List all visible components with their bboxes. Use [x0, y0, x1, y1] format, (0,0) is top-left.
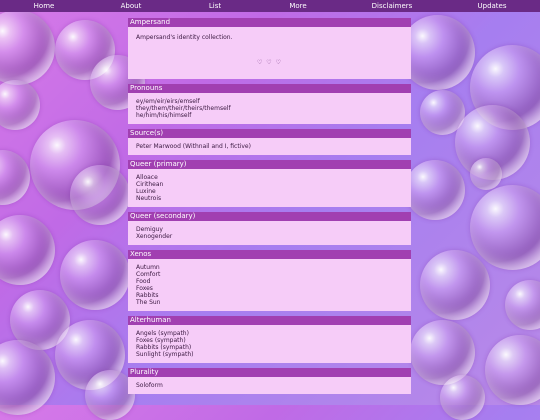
nav-home-link[interactable]: Home — [34, 0, 55, 12]
list-item: ey/em/eir/eirs/emself — [136, 98, 200, 105]
nav-list-link[interactable]: List — [209, 0, 221, 12]
section-title: Alterhuman — [128, 316, 411, 325]
list-item: Demiguy — [136, 226, 163, 233]
list-item: Food — [136, 278, 151, 285]
bubble — [405, 160, 465, 220]
list-item: they/them/their/theirs/themself — [136, 105, 231, 112]
bubble — [440, 375, 485, 420]
top-navigation: Home About List More Disclaimers Updates — [0, 0, 540, 12]
bubble — [60, 240, 130, 310]
bubble — [0, 215, 55, 285]
section-body: Ampersand's identity collection. ♡ ♡ ♡ — [128, 27, 411, 79]
section-body: Alloace Cirithean Luxine Neutrois — [128, 169, 411, 207]
list-item: Luxine — [136, 188, 156, 195]
section-queer-primary: Queer (primary) Alloace Cirithean Luxine… — [128, 160, 411, 207]
section-queer-secondary: Queer (secondary) Demiguy Xenogender — [128, 212, 411, 245]
list-item: he/him/his/himself — [136, 112, 192, 119]
section-title: Queer (secondary) — [128, 212, 411, 221]
list-item: Soloform — [136, 382, 163, 389]
nav-disclaimers-link[interactable]: Disclaimers — [372, 0, 413, 12]
section-body: Demiguy Xenogender — [128, 221, 411, 245]
list-item: Cirithean — [136, 181, 164, 188]
bubble — [470, 158, 502, 190]
list-item: Foxes (sympath) — [136, 337, 186, 344]
section-alterhuman: Alterhuman Angels (sympath) Foxes (sympa… — [128, 316, 411, 363]
section-pronouns: Pronouns ey/em/eir/eirs/emself they/them… — [128, 84, 411, 124]
section-body: Soloform — [128, 377, 411, 394]
content-column: Ampersand Ampersand's identity collectio… — [128, 18, 411, 405]
list-item: Rabbits (sympath) — [136, 344, 192, 351]
section-title: Ampersand — [128, 18, 411, 27]
section-plurality: Plurality Soloform — [128, 368, 411, 394]
section-body: Angels (sympath) Foxes (sympath) Rabbits… — [128, 325, 411, 363]
section-title: Plurality — [128, 368, 411, 377]
section-ampersand: Ampersand Ampersand's identity collectio… — [128, 18, 411, 79]
list-item: Angels (sympath) — [136, 330, 189, 337]
list-item: Alloace — [136, 174, 158, 181]
list-item: Neutrois — [136, 195, 162, 202]
list-item: The Sun — [136, 299, 161, 306]
section-body: ey/em/eir/eirs/emself they/them/their/th… — [128, 93, 411, 124]
description-text: Ampersand's identity collection. — [136, 34, 233, 41]
bubble — [0, 10, 55, 85]
list-item: Rabbits — [136, 292, 159, 299]
nav-updates-link[interactable]: Updates — [478, 0, 507, 12]
section-sources: Source(s) Peter Marwood (Withnail and I,… — [128, 129, 411, 155]
nav-more-link[interactable]: More — [289, 0, 306, 12]
section-title: Xenos — [128, 250, 411, 259]
section-body: Peter Marwood (Withnail and I, fictive) — [128, 138, 411, 155]
list-item: Sunlight (sympath) — [136, 351, 194, 358]
bubble — [70, 165, 130, 225]
bubble — [0, 340, 55, 415]
bubble — [470, 185, 540, 270]
bubble — [420, 250, 490, 320]
section-body: Autumn Comfort Food Foxes Rabbits The Su… — [128, 259, 411, 311]
bubble — [505, 280, 540, 330]
hearts-divider: ♡ ♡ ♡ — [257, 59, 282, 66]
section-title: Queer (primary) — [128, 160, 411, 169]
nav-about-link[interactable]: About — [121, 0, 142, 12]
list-item: Autumn — [136, 264, 160, 271]
section-xenos: Xenos Autumn Comfort Food Foxes Rabbits … — [128, 250, 411, 311]
bubble — [0, 80, 40, 130]
bubble — [0, 150, 30, 205]
list-item: Foxes — [136, 285, 153, 292]
list-item: Peter Marwood (Withnail and I, fictive) — [136, 143, 251, 150]
bubble — [400, 15, 475, 90]
section-title: Pronouns — [128, 84, 411, 93]
bubble — [485, 335, 540, 405]
list-item: Xenogender — [136, 233, 173, 240]
list-item: Comfort — [136, 271, 161, 278]
section-title: Source(s) — [128, 129, 411, 138]
